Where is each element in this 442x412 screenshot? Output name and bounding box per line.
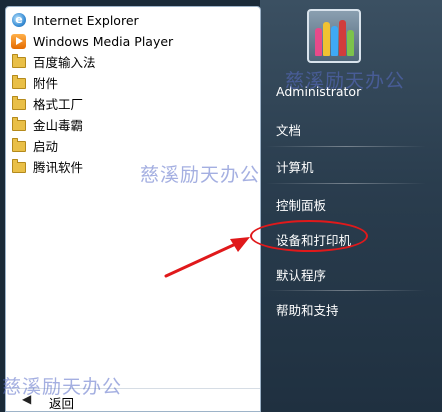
crayon-icon (323, 22, 330, 56)
program-internet-explorer[interactable]: e Internet Explorer (6, 10, 256, 31)
menu-computer[interactable]: 计算机 (276, 157, 314, 176)
folder-startup[interactable]: 启动 (6, 136, 256, 157)
program-label: 腾讯软件 (33, 160, 84, 175)
menu-separator (266, 290, 426, 291)
folder-icon (12, 54, 26, 68)
folder-format-factory[interactable]: 格式工厂 (6, 94, 256, 115)
user-picture[interactable] (307, 9, 361, 63)
windows-media-player-icon (11, 34, 26, 49)
menu-help-support[interactable]: 帮助和支持 (276, 300, 339, 319)
menu-separator (266, 183, 426, 184)
program-label: 金山毒霸 (33, 118, 84, 133)
program-label: 格式工厂 (33, 97, 84, 112)
annotation-arrow (164, 237, 250, 278)
watermark-text: 慈溪励天办公 (2, 376, 123, 398)
menu-control-panel[interactable]: 控制面板 (276, 195, 326, 214)
start-menu: e Internet Explorer Windows Media Player… (0, 0, 442, 412)
program-label: Windows Media Player (33, 34, 174, 49)
program-label: 附件 (33, 76, 59, 91)
programs-pane: e Internet Explorer Windows Media Player… (5, 6, 261, 412)
folder-icon (12, 75, 26, 89)
menu-default-programs[interactable]: 默认程序 (276, 265, 326, 284)
crayon-icon (331, 26, 338, 56)
crayon-icon (339, 20, 346, 56)
folder-baidu-input[interactable]: 百度输入法 (6, 52, 256, 73)
folder-accessories[interactable]: 附件 (6, 73, 256, 94)
folder-icon (12, 96, 26, 110)
menu-separator (266, 146, 426, 147)
watermark-text: 慈溪励天办公 (140, 164, 261, 186)
crayon-icon (347, 30, 354, 56)
internet-explorer-icon: e (12, 13, 26, 27)
folder-icon (12, 159, 26, 173)
folder-icon (12, 138, 26, 152)
menu-documents[interactable]: 文档 (276, 120, 301, 139)
program-label: Internet Explorer (33, 13, 139, 28)
program-windows-media-player[interactable]: Windows Media Player (6, 31, 256, 52)
highlight-ellipse (250, 220, 368, 252)
program-list: e Internet Explorer Windows Media Player… (6, 10, 256, 178)
crayon-icon (315, 28, 322, 56)
program-label: 启动 (33, 139, 59, 154)
folder-icon (12, 117, 26, 131)
program-label: 百度输入法 (33, 55, 96, 70)
folder-kingsoft-antivirus[interactable]: 金山毒霸 (6, 115, 256, 136)
watermark-text: 慈溪励天办公 (285, 70, 406, 92)
